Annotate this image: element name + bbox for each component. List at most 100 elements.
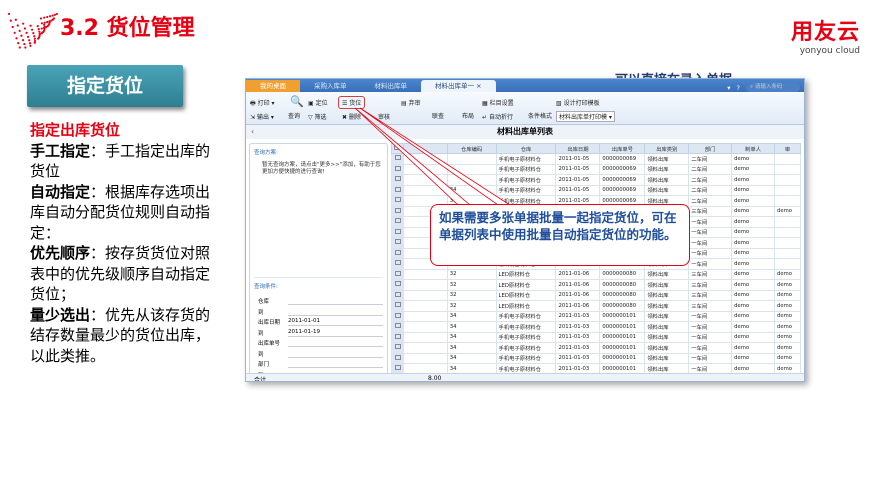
unaudit-button[interactable]: ▤ 弃审 <box>401 98 421 107</box>
auto-wrap-button[interactable]: ↵ 自动折行 <box>482 112 513 121</box>
row-checkbox[interactable] <box>391 247 404 259</box>
print-button[interactable]: 🖶 打印 ▾ <box>250 98 275 109</box>
row-checkbox[interactable] <box>391 226 404 238</box>
table-cell: 2011-01-03 <box>555 310 601 322</box>
table-cell: demo <box>731 247 775 259</box>
tab-desktop[interactable]: 我的桌面 <box>246 80 300 92</box>
dot <box>36 25 39 28</box>
layout-button[interactable]: 布局 <box>462 111 474 120</box>
table-row[interactable]: 32 LED原材料仓 2011-01-06 0000000080 领料出库 三车间 demo… <box>391 289 801 301</box>
table-cell: demo <box>731 216 775 228</box>
row-checkbox[interactable] <box>391 363 404 373</box>
column-header[interactable]: 仓库编码 <box>446 143 497 154</box>
query-button[interactable]: 查询 <box>288 111 300 120</box>
table-row[interactable]: 手机电子原材料仓 2011-01-05 0000000069 领料出库 二车间 demo <box>391 174 801 186</box>
table-row[interactable]: 34 手机电子原材料仓 2011-01-03 0000000101 领料出库 一车间 dem… <box>391 363 801 373</box>
table-row[interactable]: 32 LED原材料仓 2011-01-06 0000000080 领料出库 三车间 demo… <box>391 300 801 312</box>
delete-button[interactable]: ✖ 删除 <box>342 112 361 121</box>
row-checkbox[interactable] <box>391 268 404 280</box>
row-checkbox[interactable] <box>391 258 404 270</box>
column-header[interactable]: 出库日期 <box>555 143 601 154</box>
table-cell: LED原材料仓 <box>495 289 557 301</box>
condition-field[interactable]: 部门 <box>254 359 383 370</box>
table-row[interactable]: 34 手机电子原材料仓 2011-01-05 0000000069 领料出库 二车间 dem… <box>391 184 801 196</box>
table-row[interactable]: 32 LED原材料仓 2011-01-06 0000000080 领料出库 三车间 demo… <box>391 268 801 280</box>
filter-button[interactable]: ▽ 筛选 <box>308 112 327 121</box>
condition-field[interactable]: 到 <box>254 307 383 318</box>
section-tag-button: 指定货位 <box>27 65 183 107</box>
table-cell: 0000000101 <box>599 321 646 333</box>
locate-button[interactable]: ▣ 定位 <box>308 98 328 107</box>
table-cell: demo <box>731 153 775 165</box>
link-query-button[interactable]: 联查 <box>432 111 444 120</box>
print-template-select[interactable]: 材料出库单打印模 ▾ <box>556 111 615 122</box>
huowei-button[interactable]: ☰ 货位 <box>338 96 366 109</box>
dot <box>43 23 46 26</box>
row-checkbox[interactable] <box>391 331 404 343</box>
table-row[interactable]: 手机电子原材料仓 2011-01-05 0000000069 领料出库 二车间 demo <box>391 163 801 175</box>
row-checkbox[interactable] <box>391 195 404 207</box>
row-checkbox[interactable] <box>391 310 404 322</box>
row-checkbox[interactable] <box>391 352 404 364</box>
dot <box>18 29 21 32</box>
row-checkbox[interactable] <box>391 237 404 249</box>
column-header[interactable]: 出库单号 <box>599 143 646 154</box>
collapse-left-icon[interactable]: ‹ <box>251 125 254 139</box>
table-row[interactable]: 32 LED原材料仓 2011-01-06 0000000080 领料出库 三车间 demo… <box>391 279 801 291</box>
table-cell <box>402 342 448 354</box>
tab-purchase-in[interactable]: 采购入库单 <box>300 80 361 92</box>
table-row[interactable]: 34 手机电子原材料仓 2011-01-03 0000000101 领料出库 一车间 dem… <box>391 331 801 343</box>
column-header[interactable] <box>402 143 448 154</box>
table-cell: 领料出库 <box>644 342 690 354</box>
row-checkbox[interactable] <box>391 205 404 217</box>
row-checkbox[interactable] <box>391 342 404 354</box>
tab-material-out-list[interactable]: 材料出库单一 × <box>421 80 496 92</box>
table-cell: 2011-01-05 <box>555 174 601 186</box>
column-header[interactable]: 部门 <box>688 143 733 154</box>
condition-field[interactable]: 到 2011-01-19 <box>254 328 383 339</box>
condition-field[interactable]: 出库日期 2011-01-01 <box>254 317 383 328</box>
table-row[interactable]: 34 手机电子原材料仓 2011-01-03 0000000101 领料出库 一车间 dem… <box>391 342 801 354</box>
table-row[interactable]: 34 手机电子原材料仓 2011-01-03 0000000101 领料出库 一车间 dem… <box>391 310 801 322</box>
column-header[interactable]: 制单人 <box>731 143 775 154</box>
condition-field[interactable]: 仓库 <box>254 296 383 307</box>
condition-field[interactable]: 到 <box>254 349 383 360</box>
table-cell: 0000000101 <box>599 363 646 373</box>
column-header[interactable]: 仓库 <box>495 143 557 154</box>
row-checkbox[interactable] <box>391 289 404 301</box>
dot <box>7 12 11 16</box>
table-row[interactable]: 34 手机电子原材料仓 2011-01-03 0000000101 领料出库 一车间 dem… <box>391 352 801 364</box>
table-cell <box>773 247 801 259</box>
design-print-template-button[interactable]: ▧ 设计打印模板 <box>556 98 600 107</box>
row-checkbox[interactable] <box>391 163 404 175</box>
column-settings-button[interactable]: ▦ 栏目设置 <box>482 98 514 107</box>
condition-field[interactable]: 出库单号 <box>254 338 383 349</box>
table-cell <box>402 279 448 291</box>
table-cell: 领料出库 <box>644 321 690 333</box>
row-checkbox[interactable] <box>391 184 404 196</box>
table-row[interactable]: 手机电子原材料仓 2011-01-05 0000000069 领料出库 二车间 demo <box>391 153 801 165</box>
table-row[interactable]: 34 手机电子原材料仓 2011-01-03 0000000101 领料出库 一车间 dem… <box>391 321 801 333</box>
row-checkbox[interactable] <box>391 216 404 228</box>
export-button[interactable]: ⇲ 输出 ▾ <box>250 112 274 121</box>
search-input[interactable]: ⌕ 请输入条码 <box>746 83 800 92</box>
callout-box: 如果需要多张单据批量一起指定货位，可在单据列表中使用批量自动指定货位的功能。 <box>430 204 690 266</box>
row-checkbox[interactable] <box>391 321 404 333</box>
table-cell: demo <box>773 289 801 301</box>
column-header[interactable]: 审 <box>773 143 801 154</box>
row-checkbox[interactable] <box>391 174 404 186</box>
row-checkbox[interactable] <box>391 279 404 291</box>
dropdown-icon[interactable]: ▾ <box>727 84 730 92</box>
table-cell <box>402 174 448 186</box>
audit-button[interactable]: 审核 <box>378 112 390 121</box>
table-cell: demo <box>773 300 801 312</box>
select-all-checkbox[interactable] <box>391 143 404 154</box>
column-header[interactable]: 出库类别 <box>644 143 690 154</box>
help-icon[interactable]: ? <box>737 84 740 92</box>
row-checkbox[interactable] <box>391 153 404 165</box>
table-cell: 2011-01-06 <box>555 279 601 291</box>
row-checkbox[interactable] <box>391 300 404 312</box>
condition-format-button[interactable]: 条件格式 <box>528 111 552 120</box>
table-cell: demo <box>731 195 775 207</box>
tab-material-out[interactable]: 材料出库单 <box>361 80 422 92</box>
